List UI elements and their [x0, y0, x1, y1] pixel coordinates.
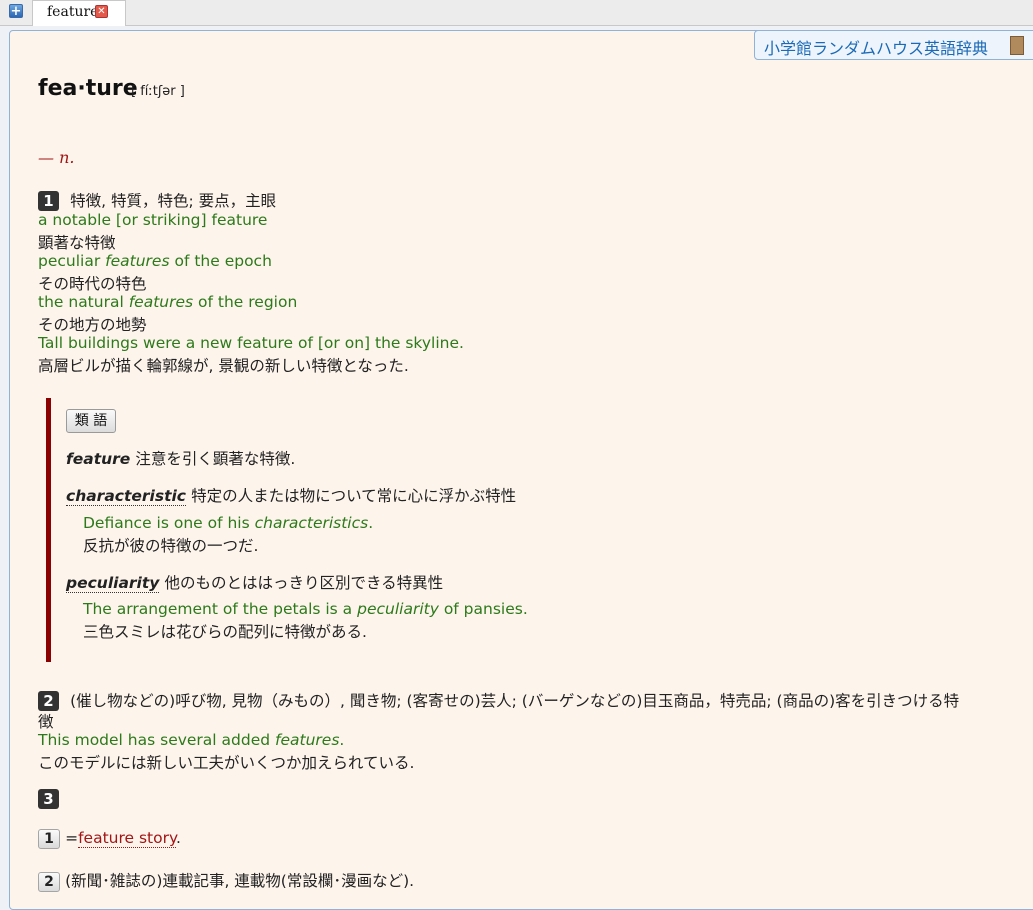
synonym-word[interactable]: characteristic	[66, 487, 186, 506]
headword: fea·ture	[38, 76, 138, 101]
synonym-item: characteristic 特定の人または物について常に心に浮かぶ特性	[66, 484, 516, 506]
example-ja: 三色スミレは花びらの配列に特徴がある.	[83, 623, 367, 641]
subsense-2: 2 (新聞･雑誌の)連載記事, 連載物(常設欄･漫画など).	[38, 869, 414, 892]
part-of-speech: — n.	[38, 148, 75, 167]
dictionary-name: 小学館ランダムハウス英語辞典	[764, 39, 989, 58]
example-ja: その地方の地勢	[38, 316, 147, 334]
sense-2-line: 2 (催し物などの)呼び物, 見物（みもの）, 聞き物; (客寄せの)芸人; (…	[38, 689, 959, 711]
example-ja: その時代の特色	[38, 275, 147, 293]
example-ja: このモデルには新しい工夫がいくつか加えられている.	[38, 754, 415, 772]
sense-1-line: 1 特徴, 特質，特色; 要点，主眼	[38, 189, 276, 211]
synonym-item: feature 注意を引く顕著な特徴.	[66, 447, 295, 469]
subsense-number: 2	[38, 872, 60, 892]
tab-bar: + feature ✕	[0, 0, 1033, 26]
dictionary-name-badge[interactable]: 小学館ランダムハウス英語辞典	[754, 30, 1033, 60]
sense-definition-cont: 徴	[38, 713, 54, 731]
dictionary-panel	[9, 30, 1033, 910]
example-ja: 高層ビルが描く輪郭線が, 景観の新しい特徴となった.	[38, 357, 409, 375]
subsense-number: 1	[38, 829, 60, 849]
sense-definition: (催し物などの)呼び物, 見物（みもの）, 聞き物; (客寄せの)芸人; (バー…	[70, 692, 960, 710]
new-tab-icon[interactable]: +	[9, 4, 23, 18]
sense-number: 2	[38, 691, 59, 711]
synonym-definition: 注意を引く顕著な特徴.	[135, 450, 296, 468]
synonym-word: feature	[66, 450, 131, 468]
example-en: the natural features of the region	[38, 293, 298, 311]
tab-feature[interactable]: feature ✕	[32, 0, 126, 26]
example-ja: 顕著な特徴	[38, 234, 116, 252]
sense-definition: 特徴, 特質，特色; 要点，主眼	[70, 192, 277, 210]
synonyms-button[interactable]: 類 語	[66, 409, 116, 433]
subsense-definition: (新聞･雑誌の)連載記事, 連載物(常設欄･漫画など).	[65, 872, 415, 890]
sense-number: 3	[38, 789, 59, 809]
sense-number: 1	[38, 191, 59, 211]
synonym-word[interactable]: peculiarity	[66, 574, 160, 593]
tab-label: feature	[47, 4, 99, 20]
feature-story-link[interactable]: feature story	[78, 829, 176, 848]
book-icon	[1010, 36, 1024, 55]
synonym-bar	[46, 398, 51, 662]
pronunciation: [ fíːtʃər ]	[131, 84, 185, 99]
sense-3-line: 3	[38, 789, 59, 809]
example-en: This model has several added features.	[38, 731, 345, 749]
example-ja: 反抗が彼の特徴の一つだ.	[83, 537, 259, 555]
example-en: peculiar features of the epoch	[38, 252, 272, 270]
subsense-1: 1 =feature story.	[38, 828, 181, 849]
example-en: Tall buildings were a new feature of [or…	[38, 334, 464, 352]
example-en: Defiance is one of his characteristics.	[83, 514, 374, 532]
synonym-definition: 他のものとははっきり区別できる特異性	[164, 574, 444, 592]
synonym-definition: 特定の人または物について常に心に浮かぶ特性	[191, 487, 517, 505]
example-en: The arrangement of the petals is a pecul…	[83, 600, 528, 618]
synonym-item: peculiarity 他のものとははっきり区別できる特異性	[66, 571, 443, 593]
close-icon[interactable]: ✕	[95, 5, 108, 18]
example-en: a notable [or striking] feature	[38, 211, 268, 229]
